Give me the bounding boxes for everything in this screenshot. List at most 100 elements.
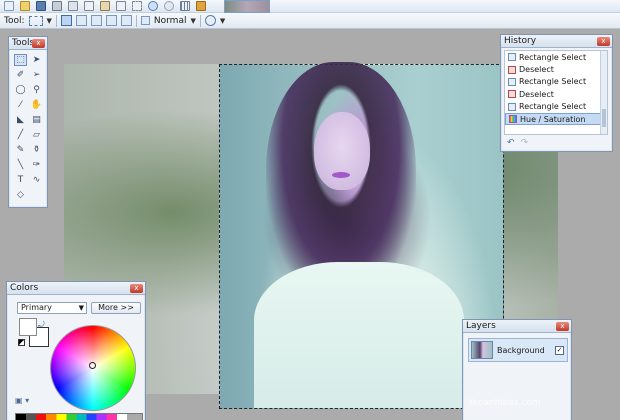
history-item[interactable]: Deselect xyxy=(505,63,607,75)
color-mode-value: Primary xyxy=(21,303,52,312)
gradient-icon[interactable]: ▤ xyxy=(30,114,43,126)
selection-mode-replace-button[interactable] xyxy=(60,15,72,26)
history-scrollbar[interactable] xyxy=(600,51,607,134)
selection-mode-exclude-button[interactable] xyxy=(90,15,102,26)
selection-mode-union-button[interactable] xyxy=(75,15,87,26)
history-list: Rectangle Select Deselect Rectangle Select… xyxy=(504,50,608,135)
lasso-select-icon[interactable]: ✐ xyxy=(14,69,27,81)
color-picker-handle[interactable] xyxy=(89,362,96,369)
layer-visibility-checkbox[interactable]: ✓ xyxy=(555,345,564,355)
close-icon[interactable]: x xyxy=(556,322,569,331)
shapes-icon[interactable]: ◇ xyxy=(14,189,27,201)
chevron-down-icon[interactable]: ▼ xyxy=(220,17,225,25)
current-tool-icon[interactable] xyxy=(28,15,43,26)
toolbar-separator xyxy=(199,14,201,27)
undo-icon[interactable] xyxy=(148,1,158,11)
chevron-down-icon[interactable]: ▼ xyxy=(47,17,52,25)
selection-mode-intersect-button[interactable] xyxy=(105,15,117,26)
colors-panel: Colors x Primary ▼ More >> ⤾ ▣ ▾ xyxy=(6,281,146,420)
scrollbar-thumb[interactable] xyxy=(602,109,606,127)
selection-mode-invert-button[interactable] xyxy=(120,15,132,26)
new-file-icon[interactable] xyxy=(4,1,14,11)
ellipse-select-icon[interactable]: ◯ xyxy=(14,84,27,96)
eraser-icon[interactable]: ▱ xyxy=(30,129,43,141)
deselect-icon xyxy=(508,65,516,74)
history-item[interactable]: Rectangle Select xyxy=(505,51,607,63)
rectangle-select-icon[interactable]: ⬚ xyxy=(14,54,27,66)
history-item-label: Deselect xyxy=(519,65,554,75)
history-panel: History x Rectangle Select Deselect Rectan… xyxy=(500,34,613,152)
history-item[interactable]: Rectangle Select xyxy=(505,101,607,113)
reset-colors-icon[interactable] xyxy=(18,339,25,346)
tool-options-bar: Tool: ▼ Normal ▼ ▼ xyxy=(0,13,620,29)
layers-panel-title: Layers x xyxy=(463,320,571,333)
photo-subject-face xyxy=(314,112,370,190)
rectangle-select-icon xyxy=(508,77,516,86)
rectangle-select-icon xyxy=(508,53,516,62)
history-item-label: Hue / Saturation xyxy=(520,114,586,124)
chevron-down-icon: ▼ xyxy=(78,304,84,312)
print-icon[interactable] xyxy=(52,1,62,11)
deselect-icon[interactable] xyxy=(132,1,142,11)
move-selected-pixels-icon[interactable]: ➤ xyxy=(30,54,43,66)
color-picker-icon[interactable]: ✑ xyxy=(30,159,43,171)
history-item[interactable]: Deselect xyxy=(505,88,607,100)
move-selection-icon[interactable]: ➢ xyxy=(30,69,43,81)
history-item[interactable]: Rectangle Select xyxy=(505,76,607,88)
paste-icon[interactable] xyxy=(100,1,110,11)
layer-row-background[interactable]: Background ✓ xyxy=(468,338,568,362)
antialiasing-icon[interactable] xyxy=(204,15,216,26)
recolor-icon[interactable]: ╲ xyxy=(14,159,27,171)
history-title-text: History xyxy=(504,36,537,46)
magic-wand-icon[interactable]: ⁄ xyxy=(14,99,27,111)
redo-icon[interactable] xyxy=(164,1,174,11)
tool-label: Tool: xyxy=(4,15,25,26)
history-controls: ↶ ↷ xyxy=(507,138,528,148)
photo-subject-dress xyxy=(254,262,464,408)
main-toolbar xyxy=(0,0,620,13)
crop-icon[interactable] xyxy=(116,1,126,11)
open-file-icon[interactable] xyxy=(20,1,30,11)
undo-icon[interactable]: ↶ xyxy=(507,138,515,148)
paintbrush-icon[interactable]: ╱ xyxy=(14,129,27,141)
copy-icon[interactable] xyxy=(84,1,94,11)
history-item[interactable]: Hue / Saturation xyxy=(505,112,607,126)
redo-icon[interactable]: ↷ xyxy=(521,138,529,148)
antialias-icon[interactable] xyxy=(140,16,150,25)
save-icon[interactable] xyxy=(36,1,46,11)
text-icon[interactable]: T xyxy=(14,174,27,186)
pan-icon[interactable]: ✋ xyxy=(30,99,43,111)
line-curve-icon[interactable]: ∿ xyxy=(30,174,43,186)
more-colors-button[interactable]: More >> xyxy=(91,302,141,314)
tools-title-text: Tools xyxy=(12,38,35,48)
image-tab-thumbnail[interactable] xyxy=(224,0,270,13)
layers-title-text: Layers xyxy=(466,321,496,331)
color-mode-select[interactable]: Primary ▼ xyxy=(17,302,87,314)
grid-icon[interactable] xyxy=(180,1,190,11)
color-palette-strip[interactable] xyxy=(15,413,143,420)
history-item-label: Deselect xyxy=(519,89,554,99)
ruler-icon[interactable] xyxy=(196,1,206,11)
primary-color-swatch[interactable] xyxy=(19,318,37,336)
colors-title-text: Colors xyxy=(10,283,39,293)
close-icon[interactable]: x xyxy=(32,39,45,48)
cut-icon[interactable] xyxy=(68,1,78,11)
watermark-text: Yeoanhibas.com xyxy=(468,398,541,408)
close-icon[interactable]: x xyxy=(597,37,610,46)
zoom-icon[interactable]: ⚲ xyxy=(30,84,43,96)
toolbar-separator xyxy=(135,14,137,27)
color-wheel[interactable] xyxy=(50,325,136,411)
close-icon[interactable]: x xyxy=(130,284,143,293)
paint-bucket-icon[interactable]: ◣ xyxy=(14,114,27,126)
blend-mode-select[interactable]: Normal xyxy=(154,16,187,26)
history-item-label: Rectangle Select xyxy=(519,102,587,112)
swap-colors-icon[interactable]: ⤾ xyxy=(38,320,45,330)
clone-stamp-icon[interactable]: ⚱ xyxy=(30,144,43,156)
pencil-icon[interactable]: ✎ xyxy=(14,144,27,156)
photo-subject-lips xyxy=(332,172,350,178)
palette-menu-icon[interactable]: ▣ ▾ xyxy=(15,396,29,405)
history-item-label: Rectangle Select xyxy=(519,52,587,62)
chevron-down-icon[interactable]: ▼ xyxy=(190,17,195,25)
layer-name: Background xyxy=(497,345,545,355)
tools-grid: ⬚ ➤ ✐ ➢ ◯ ⚲ ⁄ ✋ ◣ ▤ ╱ ▱ ✎ ⚱ ╲ ✑ T ∿ ◇ xyxy=(9,50,47,205)
